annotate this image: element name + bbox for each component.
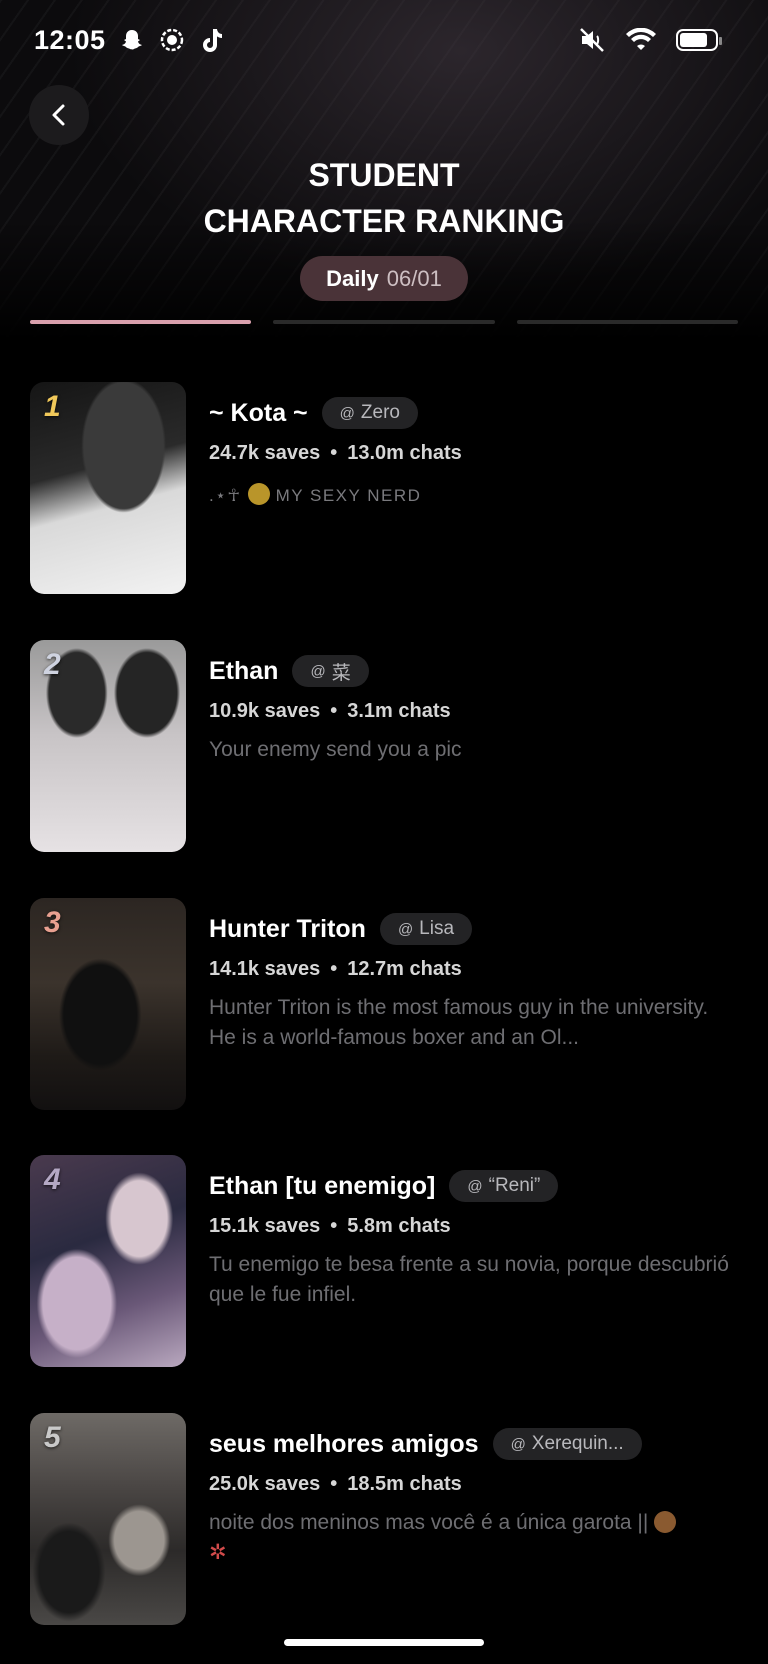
character-stats: 25.0k saves • 18.5m chats [209,1473,462,1495]
character-stats: 14.1k saves • 12.7m chats [209,958,462,980]
wifi-icon [626,28,656,52]
character-stats: 24.7k saves • 13.0m chats [209,442,462,464]
creator-chip[interactable]: @ Xerequin... [492,1428,642,1460]
rank-number: 4 [44,1163,61,1196]
character-stats: 15.1k saves • 5.8m chats [209,1215,451,1237]
character-name: ~ Kota ~ [209,398,308,427]
description-text: noite dos meninos mas você é a única gar… [209,1511,649,1534]
list-item[interactable]: 2 Ethan @ 菜 10.9k saves • 3.1m chats Your e… [30,640,738,852]
character-description: Hunter Triton is the most famous guy in … [209,996,709,1049]
creator-name: Xerequin... [531,1433,624,1454]
character-name: Ethan [tu enemigo] [209,1171,436,1200]
ranking-tabs [30,320,738,324]
list-item[interactable]: 4 Ethan [tu enemigo] @ “Reni” 15.1k saves… [30,1155,738,1367]
creator-chip[interactable]: @ Lisa [379,913,473,945]
tab-indicator-1[interactable] [30,320,252,324]
saves-count: 14.1k saves [209,958,321,980]
back-button[interactable] [29,85,89,145]
chats-count: 3.1m chats [347,700,451,722]
page-title: STUDENT CHARACTER RANKING [0,152,768,244]
tab-indicator-3[interactable] [516,320,738,324]
chats-count: 12.7m chats [347,958,462,980]
rank-number: 1 [44,390,61,423]
page-title-line2: CHARACTER RANKING [203,203,565,239]
character-description: Tu enemigo te besa frente a su novia, po… [209,1253,729,1306]
creator-name: 菜 [331,662,351,684]
saves-count: 24.7k saves [209,442,321,464]
tab-indicator-2[interactable] [273,320,495,324]
mute-icon [578,26,606,54]
chats-count: 13.0m chats [347,442,462,464]
chats-count: 18.5m chats [347,1473,462,1495]
screen-record-icon [158,26,186,54]
character-description: noite dos meninos mas você é a única gar… [209,1508,734,1568]
creator-chip[interactable]: @ 菜 [292,655,369,687]
list-item[interactable]: 3 Hunter Triton @ Lisa 14.1k saves • 12.7m … [30,898,738,1110]
description-prefix: .⋆☥ [209,486,242,505]
rank-number: 3 [44,906,61,939]
chevron-left-icon [49,103,69,127]
battery-icon [676,29,722,51]
saves-count: 25.0k saves [209,1473,321,1495]
saves-count: 15.1k saves [209,1215,321,1237]
period-date: 06/01 [386,265,442,291]
see-no-evil-monkey-icon [654,1511,677,1533]
home-indicator[interactable] [284,1639,484,1646]
period-label: Daily [326,265,379,291]
anger-symbol-icon: ✲ [209,1541,227,1564]
character-name: seus melhores amigos [209,1429,479,1458]
status-time: 12:05 [34,24,106,55]
character-description: .⋆☥ MY SEXY NERD [209,481,734,511]
list-item[interactable]: 5 seus melhores amigos @ Xerequin... 25.0… [30,1413,738,1625]
creator-name: Lisa [419,918,455,939]
period-chip[interactable]: Daily 06/01 [300,256,468,301]
creator-chip[interactable]: @ “Reni” [449,1170,559,1202]
saves-count: 10.9k saves [209,700,321,722]
character-name: Ethan [209,656,279,685]
rank-number: 2 [44,648,61,681]
creator-chip[interactable]: @ Zero [321,397,418,429]
page-title-line1: STUDENT [308,157,460,193]
snapchat-icon [118,26,146,54]
rank-number: 5 [44,1421,61,1454]
chats-count: 5.8m chats [347,1215,451,1237]
list-item[interactable]: 1 ~ Kota ~ @ Zero 24.7k saves • 13.0m chats… [30,382,738,594]
description-text: MY SEXY NERD [275,486,422,505]
creator-name: Zero [360,402,400,423]
character-description: Your enemy send you a pic [209,738,462,761]
character-name: Hunter Triton [209,914,366,943]
status-bar: 12:05 [34,20,722,60]
nerd-face-icon [247,483,270,505]
tiktok-icon [198,26,226,54]
creator-name: “Reni” [488,1175,541,1196]
character-stats: 10.9k saves • 3.1m chats [209,700,451,722]
